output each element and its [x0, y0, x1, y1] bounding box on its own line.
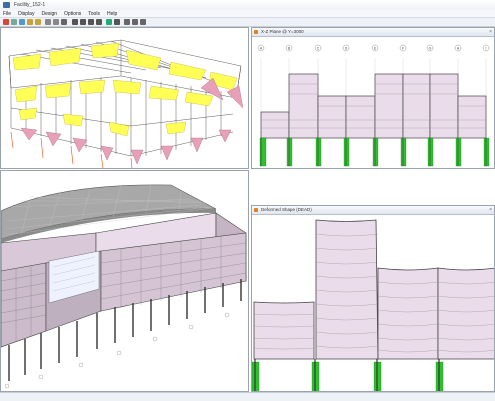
plan-view-icon[interactable]: [80, 19, 86, 25]
deformed-canvas: [252, 219, 494, 391]
elevation-view-icon[interactable]: [88, 19, 94, 25]
pan-icon[interactable]: [53, 19, 59, 25]
menu-design[interactable]: Design: [41, 10, 57, 17]
run-analysis-icon[interactable]: [106, 19, 112, 25]
close-view-icon[interactable]: ×: [489, 207, 492, 213]
grid-bubbles: A B C D E F G H I: [257, 44, 490, 52]
forces-icon[interactable]: [132, 19, 138, 25]
app-icon: [3, 2, 10, 8]
undo-icon[interactable]: [27, 19, 33, 25]
toolbar: [0, 18, 495, 27]
grid-bubble-label: G: [429, 47, 432, 51]
extruded-model-canvas: [1, 171, 248, 391]
deformed-panels: [253, 219, 494, 360]
3d-view-button-icon[interactable]: [72, 19, 78, 25]
moment-diagram-canvas: [1, 28, 248, 168]
view-3d-moments[interactable]: [0, 27, 249, 169]
lock-icon[interactable]: [114, 19, 120, 25]
elevation-canvas: A B C D E F G H I: [257, 44, 490, 168]
view-deformed-shape[interactable]: Deformed Shape (DEAD) ×: [251, 205, 495, 392]
window-title: Facility_152-1: [14, 2, 46, 8]
menu-display[interactable]: Display: [18, 10, 34, 17]
elevation-view-icon: [254, 30, 258, 34]
refresh-icon[interactable]: [61, 19, 67, 25]
deformed-column-bars: [252, 361, 444, 391]
deformed-shape-icon: [254, 208, 258, 212]
open-icon[interactable]: [11, 19, 17, 25]
zoom-icon[interactable]: [45, 19, 51, 25]
menu-tools[interactable]: Tools: [88, 10, 100, 17]
save-icon[interactable]: [19, 19, 25, 25]
new-model-icon[interactable]: [3, 19, 9, 25]
menu-bar: File Display Design Options Tools Help: [0, 10, 495, 18]
column-stress-bars: [259, 137, 490, 167]
view-title: X-Z Plane @ Y=3000: [261, 29, 304, 34]
view-title: Deformed Shape (DEAD): [261, 207, 312, 212]
close-view-icon[interactable]: ×: [489, 29, 492, 35]
menu-help[interactable]: Help: [107, 10, 117, 17]
view-3d-extruded[interactable]: [0, 170, 249, 392]
design-icon[interactable]: [140, 19, 146, 25]
view-xz-elevation[interactable]: X-Z Plane @ Y=3000 × A B C D E F G H I: [251, 27, 495, 169]
pane-gap: [251, 170, 495, 205]
grid-bubble-label: F: [402, 47, 404, 51]
grid-bubble-label: I: [486, 47, 487, 51]
menu-file[interactable]: File: [3, 10, 11, 17]
rotate-icon[interactable]: [96, 19, 102, 25]
title-bar: Facility_152-1: [0, 0, 495, 10]
menu-options[interactable]: Options: [64, 10, 81, 17]
redo-icon[interactable]: [35, 19, 41, 25]
deformed-columns: [254, 359, 440, 391]
deformed-shape-button-icon[interactable]: [124, 19, 130, 25]
